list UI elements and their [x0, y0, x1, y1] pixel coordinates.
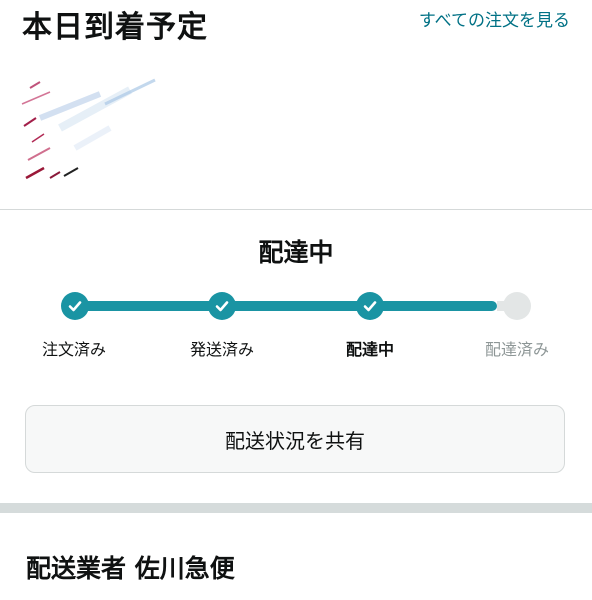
step-ordered-check-icon [61, 292, 89, 320]
section-separator [0, 503, 592, 513]
progress-tracker [0, 285, 592, 325]
progress-bar-filled [75, 301, 497, 311]
step-label-delivered: 配達済み [484, 340, 549, 359]
delivery-status-title: 配達中 [258, 238, 334, 267]
step-label-shipped: 発送済み [189, 340, 254, 359]
carrier-title: 配送業者 佐川急便 [26, 554, 235, 583]
page-title: 本日到着予定 [22, 10, 208, 45]
product-image[interactable] [20, 78, 160, 182]
step-shipped-check-icon [208, 292, 236, 320]
section-divider [0, 209, 592, 210]
step-label-ordered: 注文済み [41, 340, 106, 359]
step-delivered-pending-dot [503, 292, 531, 320]
arrival-header: 本日到着予定 すべての注文を見る [0, 0, 592, 210]
all-orders-link[interactable]: すべての注文を見る [410, 8, 570, 34]
step-label-in-transit: 配達中 [345, 340, 394, 359]
step-in-transit-check-icon [356, 292, 384, 320]
share-tracking-button[interactable]: 配送状況を共有 [25, 405, 565, 473]
